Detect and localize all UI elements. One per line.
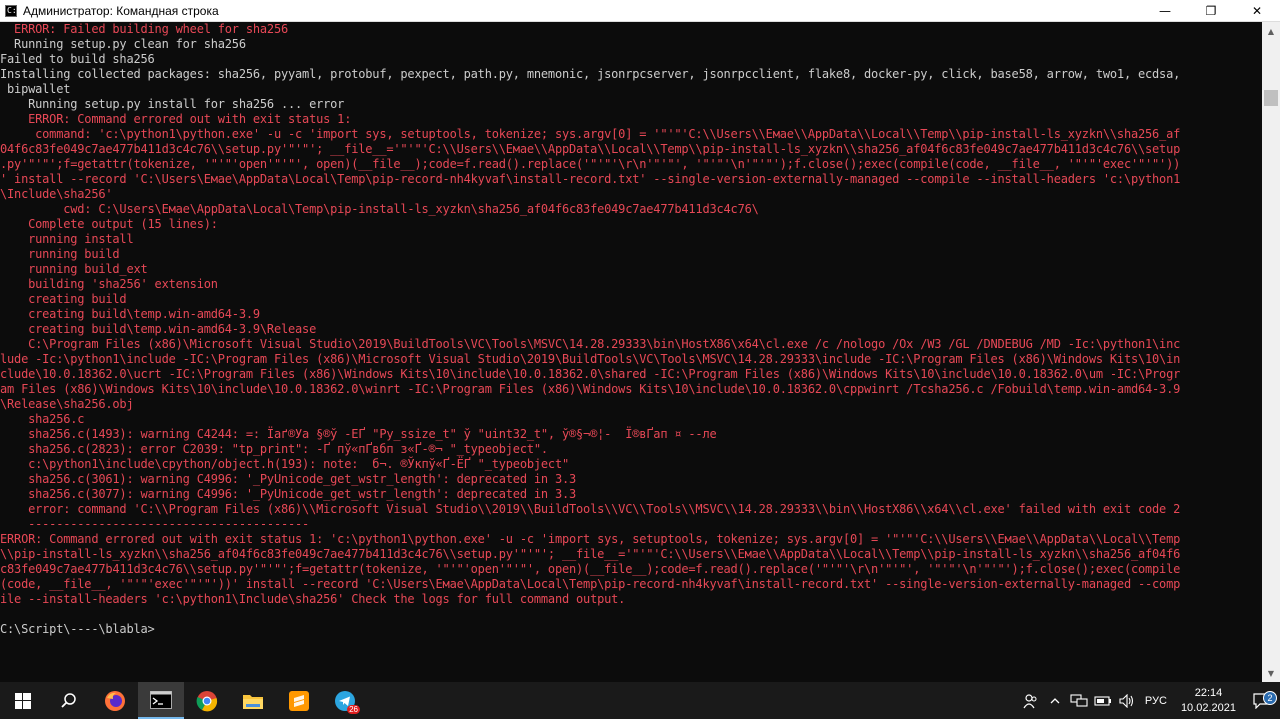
console-line: sha256.c(2823): error C2039: "tp_print":… (0, 442, 548, 456)
console-line: Running setup.py clean for sha256 (0, 37, 246, 51)
window-title: Администратор: Командная строка (23, 3, 219, 18)
console-output[interactable]: ERROR: Failed building wheel for sha256 … (0, 22, 1262, 682)
search-button[interactable] (46, 682, 92, 719)
console-line: ' install --record 'C:\Users\Емае\AppDat… (0, 172, 1181, 186)
title-bar: C:\ Администратор: Командная строка — ❐ … (0, 0, 1280, 22)
console-line: ---------------------------------------- (0, 517, 310, 531)
people-icon[interactable] (1019, 693, 1043, 709)
terminal-text: ERROR: Failed building wheel for sha256 … (0, 22, 1262, 637)
taskbar-cmd[interactable] (138, 682, 184, 719)
clock-time: 22:14 (1194, 686, 1223, 699)
maximize-button[interactable]: ❐ (1188, 0, 1234, 22)
console-line: C:\Program Files (x86)\Microsoft Visual … (0, 337, 1181, 351)
firefox-icon (105, 690, 125, 711)
console-line: ERROR: Failed building wheel for sha256 (0, 22, 289, 36)
taskbar-telegram[interactable]: 26 (322, 682, 368, 719)
action-center-button[interactable]: 2 (1244, 690, 1280, 709)
console-line: C:\Script\----\blabla> (0, 622, 155, 636)
close-button[interactable]: ✕ (1234, 0, 1280, 22)
console-line: sha256.c(3061): warning C4996: '_PyUnico… (0, 472, 577, 486)
console-line: cwd: C:\Users\Емае\AppData\Local\Temp\pi… (0, 202, 759, 216)
console-line: error: command 'C:\\Program Files (x86)\… (0, 502, 1181, 516)
console-line: bipwallet (0, 82, 71, 96)
console-line: creating build\temp.win-amd64-3.9 (0, 307, 260, 321)
start-button[interactable] (0, 682, 46, 719)
network-icon[interactable] (1067, 693, 1091, 708)
console-line: c:\python1\include\cpython/object.h(193)… (0, 457, 569, 471)
scroll-thumb[interactable] (1264, 90, 1278, 106)
console-line: creating build (0, 292, 127, 306)
battery-icon[interactable] (1091, 695, 1115, 707)
chrome-icon (196, 690, 218, 711)
console-line: sha256.c (0, 412, 85, 426)
console-line: running install (0, 232, 134, 246)
telegram-unread-badge: 26 (347, 705, 360, 714)
console-line: ERROR: Command errored out with exit sta… (0, 112, 352, 126)
console-line: am Files (x86)\Windows Kits\10\include\1… (0, 382, 1181, 396)
console-line: 04f6c83fe049c7ae477b411d3c4c76\\setup.py… (0, 142, 1181, 156)
console-line: running build (0, 247, 120, 261)
console-line: Running setup.py install for sha256 ... … (0, 97, 345, 111)
console-line: lude -Ic:\python1\include -IC:\Program F… (0, 352, 1181, 366)
console-line: .py'"'"';f=getattr(tokenize, '"'"'open'"… (0, 157, 1181, 171)
taskbar-firefox[interactable] (92, 682, 138, 719)
console-line: \Include\sha256' (0, 187, 113, 201)
taskbar-explorer[interactable] (230, 682, 276, 719)
console-line: creating build\temp.win-amd64-3.9\Releas… (0, 322, 317, 336)
console-line: clude\10.0.18362.0\ucrt -IC:\Program Fil… (0, 367, 1181, 381)
language-indicator[interactable]: РУС (1139, 695, 1173, 707)
console-line: (code, __file__, '"'"'exec'"'"'))' insta… (0, 577, 1181, 591)
console-line: ile --install-headers 'c:\python1\Includ… (0, 592, 626, 606)
notification-count-badge: 2 (1263, 690, 1277, 705)
minimize-button[interactable]: — (1142, 0, 1188, 22)
taskbar-chrome[interactable] (184, 682, 230, 719)
search-icon (61, 692, 76, 708)
console-line: \Release\sha256.obj (0, 397, 134, 411)
console-line: Failed to build sha256 (0, 52, 155, 66)
system-tray: РУС 22:14 10.02.2021 2 (1019, 682, 1280, 719)
console-line: Installing collected packages: sha256, p… (0, 67, 1181, 81)
console-line: running build_ext (0, 262, 148, 276)
cmd-icon (150, 690, 172, 709)
clock-date: 10.02.2021 (1180, 701, 1236, 714)
chevron-up-icon[interactable] (1043, 695, 1067, 707)
taskbar-sublime[interactable] (276, 682, 322, 719)
cmd-app-icon[interactable]: C:\ (5, 4, 21, 17)
taskbar: 26 РУС 22:14 10.02.2021 2 (0, 682, 1280, 719)
console-line: ERROR: Command errored out with exit sta… (0, 532, 1181, 546)
console-line: c83fe049c7ae477b411d3c4c76\\setup.py'"'"… (0, 562, 1181, 576)
console-line: sha256.c(3077): warning C4996: '_PyUnico… (0, 487, 577, 501)
scroll-up-button[interactable]: ▲ (1262, 22, 1280, 40)
console-line: \\pip-install-ls_xyzkn\\sha256_af04f6c83… (0, 547, 1181, 561)
folder-icon (243, 694, 263, 709)
volume-icon[interactable] (1115, 693, 1139, 708)
windows-icon (15, 692, 31, 709)
clock[interactable]: 22:14 10.02.2021 (1181, 686, 1236, 716)
console-line: command: 'c:\python1\python.exe' -u -c '… (0, 127, 1181, 141)
console-line: sha256.c(1493): warning C4244: =: Їаґ®Уа… (0, 427, 717, 441)
vertical-scrollbar[interactable]: ▲ ▼ (1262, 22, 1280, 682)
scroll-down-button[interactable]: ▼ (1262, 664, 1280, 682)
console-line: building 'sha256' extension (0, 277, 218, 291)
console-line: Complete output (15 lines): (0, 217, 218, 231)
sublime-icon (289, 690, 309, 711)
